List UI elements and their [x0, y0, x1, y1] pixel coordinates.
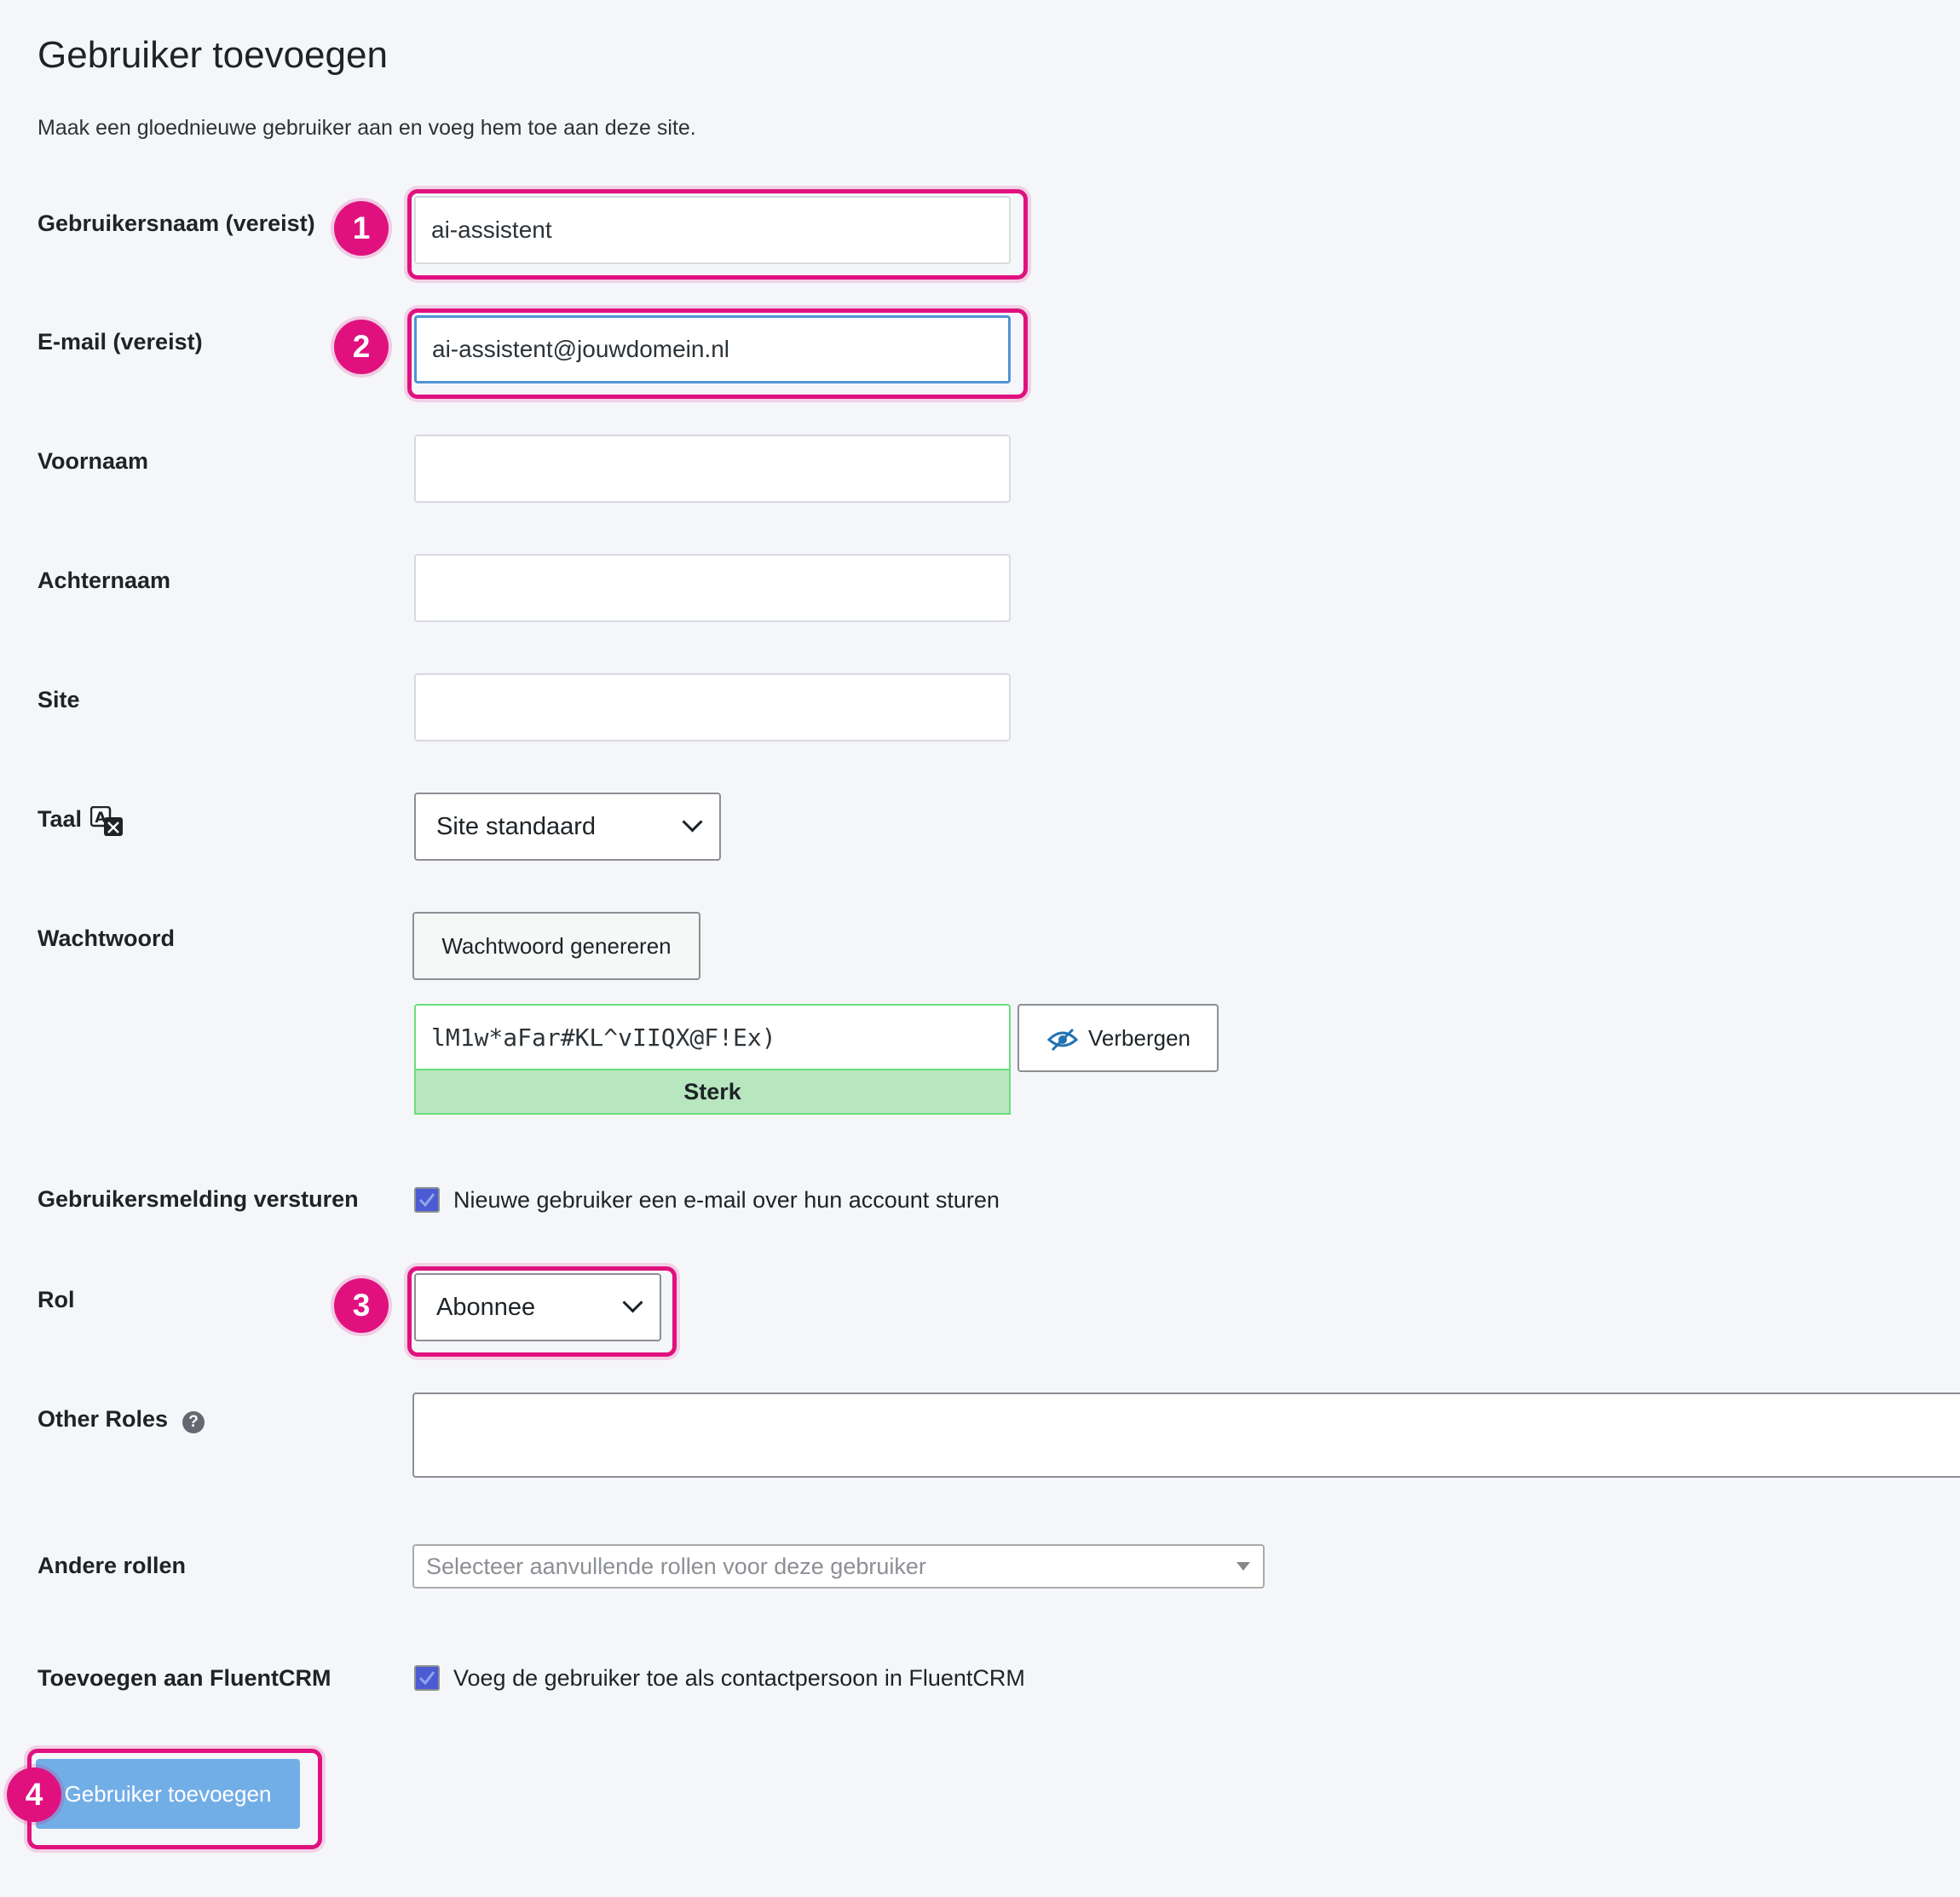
annotation-badge-2: 2	[334, 320, 389, 374]
hide-password-button[interactable]: Verbergen	[1017, 1004, 1219, 1072]
chevron-down-icon	[682, 811, 703, 833]
annotation-badge-1: 1	[334, 201, 389, 256]
username-value: ai-assistent	[431, 216, 552, 243]
username-input[interactable]: ai-assistent	[414, 196, 1011, 264]
role-select[interactable]: Abonnee	[414, 1273, 661, 1341]
page-title: Gebruiker toevoegen	[37, 34, 388, 76]
other-roles-input[interactable]	[412, 1392, 1960, 1478]
password-strength-meter: Sterk	[414, 1070, 1011, 1115]
email-label: E-mail (vereist)	[37, 329, 203, 355]
page-description: Maak een gloednieuwe gebruiker aan en vo…	[37, 116, 696, 140]
hide-password-label: Verbergen	[1088, 1024, 1190, 1051]
checkmark-icon	[418, 1193, 435, 1208]
notification-checkbox-label: Nieuwe gebruiker een e-mail over hun acc…	[453, 1187, 1000, 1213]
add-user-button[interactable]: Gebruiker toevoegen	[36, 1759, 300, 1829]
password-input[interactable]: lM1w*aFar#KL^vIIQX@F!Ex)	[414, 1004, 1011, 1070]
username-label: Gebruikersnaam (vereist)	[37, 210, 315, 236]
question-icon[interactable]: ?	[182, 1411, 205, 1433]
annotation-badge-3: 3	[334, 1278, 389, 1333]
notification-checkbox[interactable]	[414, 1187, 440, 1213]
email-value: ai-assistent@jouwdomein.nl	[432, 336, 730, 362]
role-selected: Abonnee	[436, 1293, 536, 1321]
first-name-label: Voornaam	[37, 448, 149, 474]
last-name-label: Achternaam	[37, 568, 171, 593]
checkmark-icon	[418, 1671, 435, 1686]
caret-down-icon	[1237, 1562, 1250, 1571]
language-label: Taal	[37, 806, 83, 832]
fluentcrm-label: Toevoegen aan FluentCRM	[37, 1665, 331, 1691]
chevron-down-icon	[622, 1292, 643, 1313]
other-roles-label: Other Roles	[37, 1406, 169, 1432]
password-label: Wachtwoord	[37, 925, 175, 951]
role-label: Rol	[37, 1287, 75, 1312]
fluentcrm-checkbox[interactable]	[414, 1665, 440, 1691]
website-label: Site	[37, 687, 80, 712]
password-value: lM1w*aFar#KL^vIIQX@F!Ex)	[431, 1023, 776, 1052]
notification-label: Gebruikersmelding versturen	[37, 1186, 359, 1212]
language-select[interactable]: Site standaard	[414, 793, 721, 861]
additional-roles-placeholder: Selecteer aanvullende rollen voor deze g…	[426, 1553, 926, 1579]
fluentcrm-checkbox-label: Voeg de gebruiker toe als contactpersoon…	[453, 1665, 1025, 1691]
additional-roles-label: Andere rollen	[37, 1553, 187, 1578]
translate-icon: A	[89, 805, 124, 837]
language-selected: Site standaard	[436, 812, 597, 840]
website-input[interactable]	[414, 673, 1011, 741]
first-name-input[interactable]	[414, 435, 1011, 503]
additional-roles-select[interactable]: Selecteer aanvullende rollen voor deze g…	[412, 1544, 1265, 1589]
last-name-input[interactable]	[414, 554, 1011, 622]
generate-password-button[interactable]: Wachtwoord genereren	[412, 912, 700, 980]
eye-slash-icon	[1046, 1024, 1080, 1052]
email-input[interactable]: ai-assistent@jouwdomein.nl	[414, 315, 1011, 383]
annotation-badge-4: 4	[7, 1767, 61, 1822]
